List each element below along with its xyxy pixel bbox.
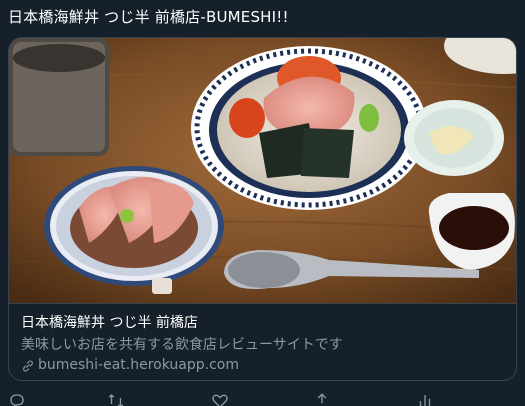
card-image[interactable] bbox=[9, 38, 516, 303]
reply-icon[interactable] bbox=[8, 392, 26, 406]
retweet-icon[interactable] bbox=[107, 392, 125, 406]
card-description: 美味しいお店を共有する飲食店レビューサイトです bbox=[21, 337, 343, 353]
link-preview-card[interactable]: 日本橋海鮮丼 つじ半 前橋店 美味しいお店を共有する飲食店レビューサイトです b… bbox=[8, 37, 517, 381]
tweet-actions bbox=[0, 392, 525, 406]
card-body[interactable]: 日本橋海鮮丼 つじ半 前橋店 美味しいお店を共有する飲食店レビューサイトです b… bbox=[9, 303, 516, 380]
link-icon bbox=[23, 360, 33, 371]
analytics-icon[interactable] bbox=[416, 392, 434, 406]
tweet-text: 日本橋海鮮丼 つじ半 前橋店-BUMESHI!! bbox=[8, 8, 289, 26]
card-title[interactable]: 日本橋海鮮丼 つじ半 前橋店 bbox=[21, 314, 506, 333]
card-domain: bumeshi-eat.herokuapp.com bbox=[38, 357, 240, 373]
food-photo bbox=[9, 38, 516, 303]
share-icon[interactable] bbox=[313, 392, 331, 406]
card-domain-link[interactable]: bumeshi-eat.herokuapp.com bbox=[21, 356, 506, 375]
like-icon[interactable] bbox=[211, 392, 229, 406]
